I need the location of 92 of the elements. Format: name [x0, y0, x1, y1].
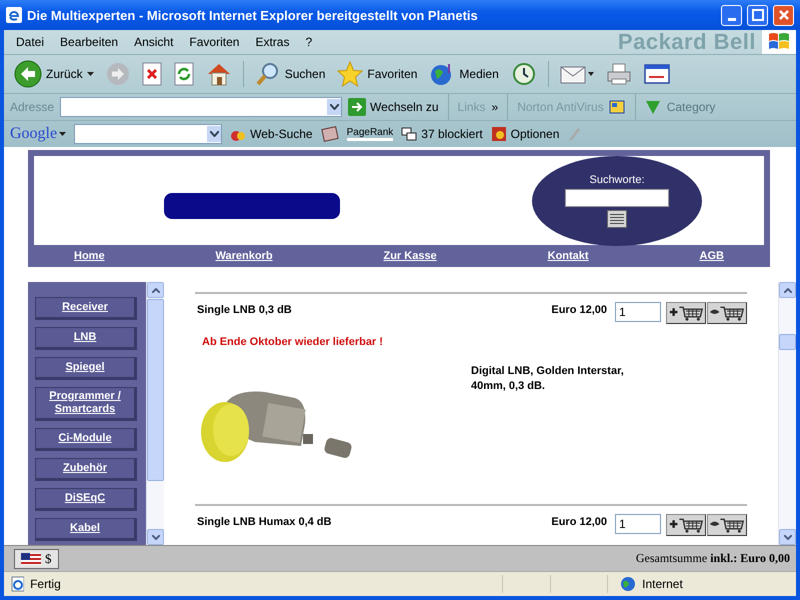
menu-item[interactable]: ? [297, 35, 320, 49]
product-description: Digital LNB, Golden Interstar, 40mm, 0,3 dB. [471, 364, 625, 394]
scrollbar[interactable] [146, 282, 164, 545]
add-to-cart-button[interactable] [666, 514, 706, 536]
category-button[interactable]: Programmer / Smartcards [35, 387, 137, 421]
dropdown-icon [210, 131, 219, 137]
category-button[interactable]: DiSEqC [35, 488, 137, 511]
status-text: Fertig [30, 577, 62, 591]
category-button[interactable]: Kabel [35, 518, 137, 541]
forward-icon [106, 62, 130, 86]
home-icon [206, 61, 232, 87]
zone-text: Internet [642, 577, 683, 591]
view-cart-button[interactable] [707, 302, 747, 324]
back-button[interactable]: Zurück [10, 58, 98, 90]
close-icon [778, 9, 790, 21]
scroll-down-button[interactable] [779, 529, 796, 545]
scrollbar[interactable] [778, 282, 796, 545]
edit-icon [644, 63, 670, 85]
history-icon [510, 61, 537, 87]
globe-icon [620, 576, 636, 592]
availability-notice: Ab Ende Oktober wieder lieferbar ! [202, 336, 384, 348]
scroll-thumb[interactable] [147, 299, 164, 481]
page-icon [10, 576, 24, 592]
options-button[interactable]: Optionen [490, 126, 560, 142]
category-button[interactable]: Spiegel [35, 357, 137, 380]
close-button[interactable] [773, 4, 794, 26]
quantity-field[interactable]: 1 [615, 514, 661, 534]
address-label: Adresse [10, 100, 54, 114]
google-search-field[interactable] [74, 124, 222, 144]
minimize-button[interactable] [721, 4, 742, 26]
caret-icon [59, 132, 66, 136]
dropdown-icon [330, 104, 339, 110]
back-icon [14, 60, 42, 88]
currency-button[interactable]: $ [14, 548, 58, 568]
star-icon [337, 61, 364, 87]
google-menu[interactable]: Google [10, 125, 66, 143]
menu-item[interactable]: Favoriten [181, 35, 248, 49]
brand-logo: Packard Bell [618, 29, 756, 55]
category-button[interactable]: LNB [35, 327, 137, 350]
browser-icon [6, 7, 22, 23]
plus-cart-icon [667, 304, 705, 322]
flag-icon [21, 552, 41, 564]
printer-icon [606, 62, 632, 86]
stop-icon [142, 62, 162, 86]
quantity-field[interactable]: 1 [615, 302, 661, 322]
go-button[interactable]: Wechseln zu [348, 98, 439, 116]
nav-link[interactable]: Warenkorb [216, 250, 273, 262]
eye-cart-icon [708, 304, 746, 322]
cart-total: Gesamtsumme inkl.: Euro 0,00 [636, 551, 790, 566]
minimize-icon [728, 18, 736, 20]
windows-logo-icon [768, 32, 790, 52]
view-cart-button[interactable] [707, 514, 747, 536]
product-name: Single LNB 0,3 dB [196, 303, 293, 316]
scroll-thumb[interactable] [779, 334, 796, 350]
product-price: Euro 12,00 [551, 515, 607, 528]
web-search-button[interactable]: Web-Suche [230, 126, 313, 142]
nav-link[interactable]: Home [74, 250, 105, 262]
scroll-down-button[interactable] [147, 529, 164, 545]
popup-blocker-button[interactable]: 37 blockiert [401, 127, 483, 141]
nav-link[interactable]: Kontakt [548, 250, 589, 262]
search-label: Suchworte: [589, 174, 645, 186]
pagerank-label: PageRank [346, 128, 394, 140]
nav-link[interactable]: Zur Kasse [383, 250, 437, 262]
windows-icon [401, 127, 418, 141]
product-name: Single LNB Humax 0,4 dB [196, 515, 332, 528]
maximize-icon [752, 9, 764, 21]
category-button[interactable]: Receiver [35, 297, 137, 320]
window-title: Die Multiexperten - Microsoft Internet Explorer bereitgestellt von Planetis [27, 8, 479, 22]
product-price: Euro 12,00 [551, 303, 607, 316]
search-field[interactable] [565, 188, 669, 206]
refresh-icon [174, 62, 194, 86]
address-field[interactable] [60, 97, 342, 117]
caret-icon [86, 72, 94, 76]
menu-item[interactable]: Ansicht [126, 35, 182, 49]
plus-cart-icon [667, 516, 705, 534]
category-button[interactable]: Ci-Module [35, 428, 137, 451]
media-button[interactable]: Medien [425, 59, 503, 89]
menu-item[interactable]: Datei [8, 35, 52, 49]
scroll-up-button[interactable] [147, 282, 164, 298]
chevron[interactable]: » [492, 100, 498, 114]
eye-cart-icon [708, 516, 746, 534]
search-icon [254, 61, 281, 87]
menu-item[interactable]: Extras [247, 35, 298, 49]
category-button[interactable]: Zubehör [35, 458, 137, 481]
scroll-up-button[interactable] [779, 282, 796, 298]
add-to-cart-button[interactable] [666, 302, 706, 324]
menu-item[interactable]: Bearbeiten [52, 35, 126, 49]
favorites-button[interactable]: Favoriten [333, 59, 422, 89]
search-button[interactable] [607, 210, 627, 228]
maximize-button[interactable] [747, 4, 768, 26]
search-button[interactable]: Suchen [250, 59, 330, 89]
nav-link[interactable]: AGB [700, 250, 724, 262]
